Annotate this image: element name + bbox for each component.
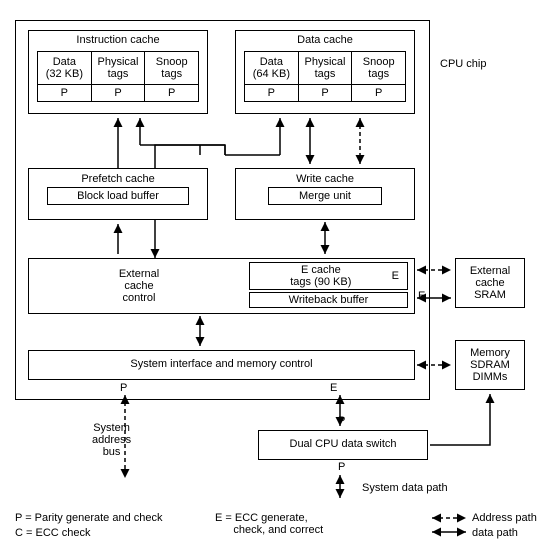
memory-sdram-dimms: Memory SDRAM DIMMs bbox=[455, 340, 525, 390]
data-cache: Data cache Data (64 KB) Physical tags Sn… bbox=[235, 30, 415, 114]
write-cache: Write cache Merge unit bbox=[235, 168, 415, 220]
prefetch-title: Prefetch cache bbox=[29, 169, 207, 187]
sysif-p: P bbox=[120, 382, 127, 394]
system-interface-memory-control: System interface and memory control bbox=[28, 350, 415, 380]
dcache-col-data: Data (64 KB) bbox=[245, 52, 299, 84]
diagram-root: CPU chip Instruction cache Data (32 KB) … bbox=[0, 0, 549, 550]
writecache-title: Write cache bbox=[236, 169, 414, 187]
dcache-col-phys: Physical tags bbox=[299, 52, 353, 84]
extctrl-title: External cache control bbox=[29, 259, 249, 313]
legend-data: data path bbox=[472, 527, 518, 539]
legend-p: P = Parity generate and check bbox=[15, 512, 162, 524]
icache-col-phys: Physical tags bbox=[92, 52, 146, 84]
dcache-p-2: P bbox=[299, 85, 353, 101]
external-cache-control: External cache control E cache tags (90 … bbox=[28, 258, 415, 314]
extctrl-tags: E cache tags (90 KB) bbox=[254, 264, 388, 288]
prefetch-sub: Block load buffer bbox=[47, 187, 189, 205]
icache-p-2: P bbox=[92, 85, 146, 101]
sysif-title: System interface and memory control bbox=[130, 358, 312, 370]
legend-addr: Address path bbox=[472, 512, 537, 524]
legend-e: E = ECC generate, check, and correct bbox=[215, 512, 323, 536]
extctrl-side-e: E bbox=[418, 290, 425, 302]
icache-p-3: P bbox=[145, 85, 198, 101]
sysif-e: E bbox=[330, 382, 337, 394]
data-cache-title: Data cache bbox=[236, 31, 414, 49]
legend-c: C = ECC check bbox=[15, 527, 91, 539]
icache-col-data: Data (32 KB) bbox=[38, 52, 92, 84]
icache-col-snoop: Snoop tags bbox=[145, 52, 198, 84]
system-address-bus-label: System address bus bbox=[92, 422, 131, 458]
external-cache-sram: External cache SRAM bbox=[455, 258, 525, 308]
instruction-cache: Instruction cache Data (32 KB) Physical … bbox=[28, 30, 208, 114]
dcache-p-1: P bbox=[245, 85, 299, 101]
dualcpu-bot-p: P bbox=[338, 461, 345, 473]
system-data-path-label: System data path bbox=[362, 482, 448, 494]
extctrl-wb: Writeback buffer bbox=[249, 292, 408, 308]
instruction-cache-title: Instruction cache bbox=[29, 31, 207, 49]
writecache-sub: Merge unit bbox=[268, 187, 382, 205]
cpu-chip-label: CPU chip bbox=[440, 58, 486, 70]
icache-p-1: P bbox=[38, 85, 92, 101]
prefetch-cache: Prefetch cache Block load buffer bbox=[28, 168, 208, 220]
dcache-col-snoop: Snoop tags bbox=[352, 52, 405, 84]
extctrl-tags-e: E bbox=[388, 270, 403, 282]
dualcpu-top-p: P bbox=[338, 415, 345, 427]
dualcpu-title: Dual CPU data switch bbox=[290, 438, 397, 450]
dcache-p-3: P bbox=[352, 85, 405, 101]
dual-cpu-data-switch: Dual CPU data switch bbox=[258, 430, 428, 460]
